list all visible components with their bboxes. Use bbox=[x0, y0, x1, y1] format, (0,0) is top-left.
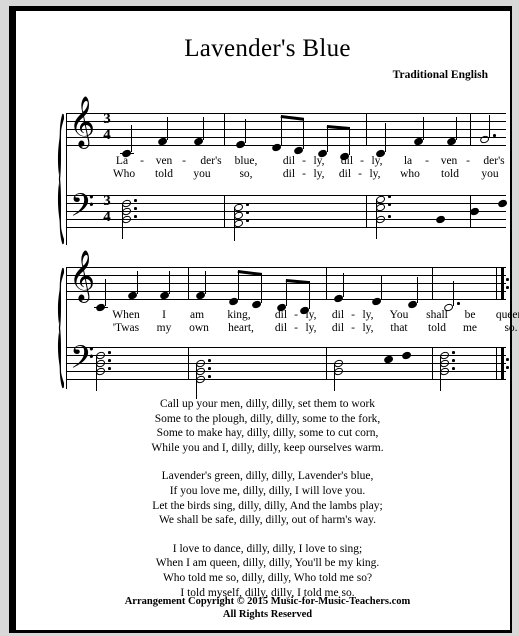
page-title: Lavender's Blue bbox=[184, 35, 351, 62]
verse-line: Some to the plough, dilly, dilly, some t… bbox=[154, 412, 381, 425]
bass-staff-2: 𝄢 bbox=[66, 342, 509, 399]
treble-staff-2: 𝄞 bbox=[66, 254, 509, 315]
verse-line: Let the birds sing, dilly, dilly, And th… bbox=[152, 499, 383, 512]
staff-system-1: 𝄞 3 4 La - ven - der's blue, dil - ly, d… bbox=[54, 100, 508, 249]
bass-staff-1: 𝄢 3 4 bbox=[66, 190, 508, 241]
lyrics-line-2-verse-2: 'Twas my own heart, dil - ly, dil - ly, … bbox=[112, 322, 518, 334]
verse-block: Call up your men, dilly, dilly, set them… bbox=[16, 397, 519, 600]
verse-line: Who told me so, dilly, dilly, Who told m… bbox=[162, 571, 373, 584]
copyright-line: Arrangement Copyright © 2015 Music-for-M… bbox=[124, 596, 411, 607]
verse-3: I love to dance, dilly, dilly, I love to… bbox=[16, 542, 519, 600]
lyrics-line-2-verse-1: When I am king, dil - ly, dil - ly, You … bbox=[112, 309, 519, 321]
verse-line: Call up your men, dilly, dilly, set them… bbox=[159, 398, 376, 410]
verse-line: I love to dance, dilly, dilly, I love to… bbox=[172, 542, 363, 555]
treble-clef-icon-2: 𝄞 bbox=[69, 250, 96, 301]
bass-clef-icon-2: 𝄢 bbox=[70, 339, 95, 383]
copyright-footer: Arrangement Copyright © 2015 Music-for-M… bbox=[16, 595, 519, 621]
verse-line: Lavender's green, dilly, dilly, Lavender… bbox=[161, 470, 374, 483]
verse-line: When I am queen, dilly, dilly, You'll be… bbox=[155, 557, 380, 570]
page-background: Lavender's Blue Traditional English 𝄞 3 … bbox=[0, 0, 519, 636]
lyrics-line-1-verse-1: La - ven - der's blue, dil - ly, dil - l… bbox=[115, 155, 505, 167]
sheet-music-page: Lavender's Blue Traditional English 𝄞 3 … bbox=[9, 6, 519, 633]
rights-line: All Rights Reserved bbox=[222, 609, 313, 620]
verse-1: Call up your men, dilly, dilly, set them… bbox=[16, 397, 519, 455]
verse-line: If you love me, dilly, dilly, I will lov… bbox=[169, 484, 366, 497]
lyrics-line-1-verse-2: Who told you so, dil - ly, dil - ly, who… bbox=[112, 168, 499, 180]
time-signature: 3 4 bbox=[103, 111, 111, 143]
time-signature-bass: 3 4 bbox=[103, 193, 111, 225]
treble-clef-icon: 𝄞 bbox=[69, 96, 96, 147]
verse-line: While you and I, dilly, dilly, keep ours… bbox=[151, 441, 384, 454]
verse-2: Lavender's green, dilly, dilly, Lavender… bbox=[16, 469, 519, 527]
treble-staff-1: 𝄞 3 4 bbox=[66, 100, 506, 161]
bass-clef-icon: 𝄢 bbox=[70, 187, 95, 231]
staff-system-2: 𝄞 When I am king, dil - ly, dil - ly, Yo… bbox=[54, 254, 519, 399]
attribution: Traditional English bbox=[392, 69, 488, 81]
verse-line: Some to make hay, dilly, dilly, some to … bbox=[156, 427, 379, 440]
verse-line: We shall be safe, dilly, dilly, out of h… bbox=[158, 514, 377, 527]
